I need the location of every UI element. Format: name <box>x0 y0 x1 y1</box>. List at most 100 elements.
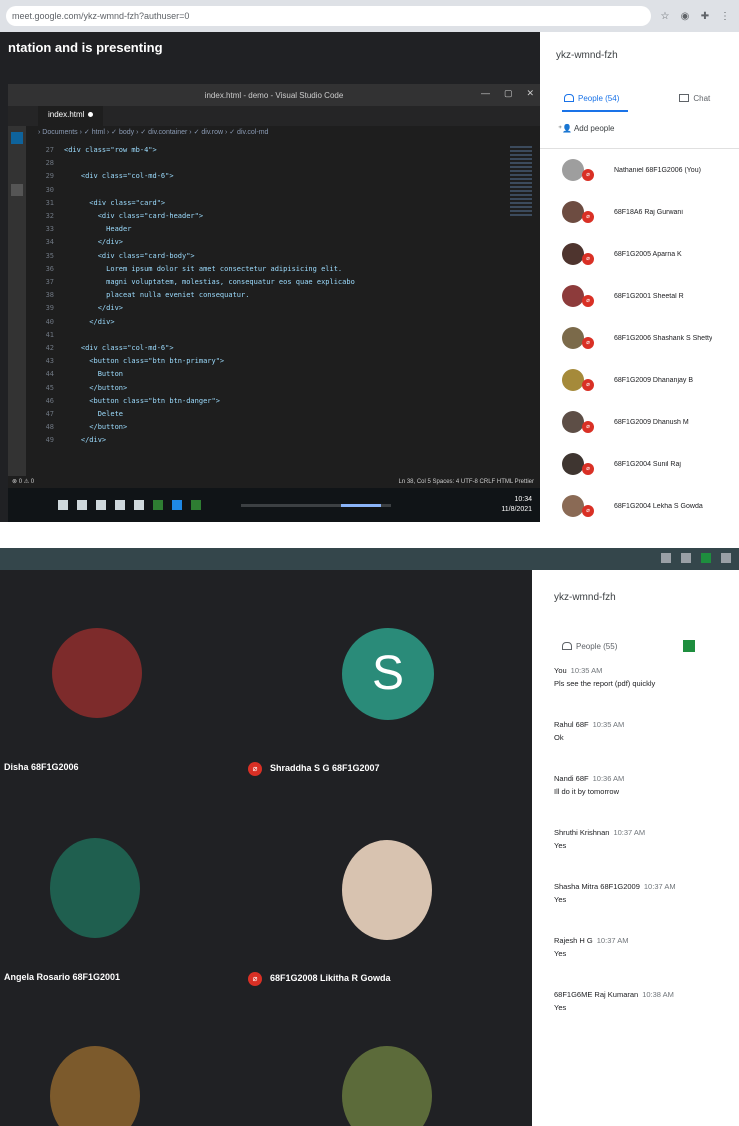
code-line[interactable]: 31 <div class="card"> <box>34 197 494 210</box>
tab-people[interactable]: People (55) <box>562 642 617 651</box>
windows-taskbar: 10:34 11/8/2021 <box>8 488 540 522</box>
code-editor[interactable]: 27 <div class="row mb-4"> 28 29 <div class=… <box>34 144 494 474</box>
code-line[interactable]: 32 <div class="card-header"> <box>34 210 494 223</box>
menu-icon[interactable]: ⋮ <box>719 11 731 22</box>
participant-row[interactable]: ⌀ 68F1G2004 Lekha S Gowda <box>540 485 739 522</box>
participant-row[interactable]: ⌀ Nathaniel 68F1G2006 (You) <box>540 149 739 191</box>
line-number: 33 <box>45 225 54 234</box>
participant-tile[interactable] <box>52 628 142 718</box>
avatar <box>52 628 142 718</box>
code-line[interactable]: 42 <div class="col-md-6"> <box>34 342 494 355</box>
code-line[interactable]: 45 </button> <box>34 382 494 395</box>
chrome-icon[interactable] <box>153 500 163 510</box>
search-taskbar-icon[interactable] <box>77 500 87 510</box>
minimize-icon[interactable]: — <box>481 88 490 99</box>
participant-tile[interactable] <box>342 1046 432 1126</box>
chat-message: 68F1G6ME Raj Kumaran 10:38 AM Yes <box>532 990 739 1044</box>
code-line[interactable]: 29 <div class="col-md-6"> <box>34 170 494 183</box>
avatar-initial[interactable]: S <box>342 628 434 720</box>
code-text: <div class="row mb-4"> <box>64 146 157 154</box>
code-line[interactable]: 44 Button <box>34 368 494 381</box>
message-sender-line: Shasha Mitra 68F1G2009 10:37 AM <box>554 882 739 891</box>
code-line[interactable]: 37 magni voluptatem, molestias, consequa… <box>34 276 494 289</box>
code-line[interactable]: 47 Delete <box>34 408 494 421</box>
avatar <box>342 1046 432 1126</box>
mic-off-icon: ⌀ <box>582 421 594 433</box>
close-icon[interactable]: ✕ <box>526 88 534 99</box>
maximize-icon[interactable]: ▢ <box>504 88 513 99</box>
message-time: 10:35 AM <box>592 720 625 729</box>
presentation-title: ntation and is presenting <box>8 40 163 55</box>
explorer-icon[interactable] <box>11 132 23 144</box>
code-line[interactable]: 38 placeat nulla eveniet consequatur. <box>34 289 494 302</box>
file-explorer-icon[interactable] <box>115 500 125 510</box>
participant-tile[interactable] <box>50 1046 140 1126</box>
code-line[interactable]: 30 <box>34 184 494 197</box>
start-icon[interactable] <box>58 500 68 510</box>
code-line[interactable]: 41 <box>34 329 494 342</box>
code-line[interactable]: 49 </div> <box>34 434 494 447</box>
vscode-titlebar: index.html - demo - Visual Studio Code —… <box>8 84 540 106</box>
meet-side-panel-chat: ykz-wmnd-fzh People (55) You 10:35 AM Pls … <box>532 570 739 1126</box>
code-line[interactable]: 34 </div> <box>34 236 494 249</box>
screen-progress <box>241 503 391 507</box>
participant-row[interactable]: ⌀ 68F1G2006 Shashank S Shetty <box>540 317 739 359</box>
status-info: Ln 38, Col 5 Spaces: 4 UTF-8 CRLF HTML P… <box>398 479 535 485</box>
present-icon[interactable] <box>661 553 671 563</box>
code-text: <div class="card"> <box>64 198 166 207</box>
message-time: 10:36 AM <box>592 774 625 783</box>
add-people-button[interactable]: ⁺👤 Add people <box>540 112 739 148</box>
code-line[interactable]: 40 </div> <box>34 316 494 329</box>
code-line[interactable]: 33 Header <box>34 223 494 236</box>
code-line[interactable]: 43 <button class="btn btn-primary"> <box>34 355 494 368</box>
avatar <box>562 453 584 475</box>
tab-index-html[interactable]: index.html <box>38 106 104 126</box>
minimap[interactable] <box>510 144 532 324</box>
code-text: Lorem ipsum dolor sit amet consectetur a… <box>64 264 343 273</box>
message-text: Ill do it by tomorrow <box>554 787 620 796</box>
code-line[interactable]: 28 <box>34 157 494 170</box>
meet-top-band <box>0 548 739 570</box>
taskview-icon[interactable] <box>96 500 106 510</box>
participant-row[interactable]: ⌀ 68F1G2009 Dhananjay B <box>540 359 739 401</box>
line-number: 42 <box>45 344 54 353</box>
app-icon[interactable] <box>191 500 201 510</box>
vscode-window-title: index.html - demo - Visual Studio Code <box>204 90 344 100</box>
code-line[interactable]: 35 <div class="card-body"> <box>34 250 494 263</box>
participant-grid: Disha 68F1G2006 S ⌀ Shraddha S G 68F1G20… <box>0 570 532 1126</box>
browser-address-bar: meet.google.com/ykz-wmnd-fzh?authuser=0 … <box>0 0 739 32</box>
star-icon[interactable]: ☆ <box>659 11 671 22</box>
chat-icon[interactable] <box>701 553 711 563</box>
problems-count[interactable]: ⊗ 0 ⚠ 0 <box>12 479 34 485</box>
code-line[interactable]: 46 <button class="btn btn-danger"> <box>34 395 494 408</box>
code-line[interactable]: 39 </div> <box>34 302 494 315</box>
participant-row[interactable]: ⌀ 68F1G2009 Dhanush M <box>540 401 739 443</box>
participant-row[interactable]: ⌀ 68F18A6 Raj Gurwani <box>540 191 739 233</box>
message-text: Yes <box>554 1003 567 1012</box>
pen-icon[interactable] <box>134 500 144 510</box>
message-sender-line: Shruthi Krishnan 10:37 AM <box>554 828 739 837</box>
tab-chat[interactable] <box>683 640 696 652</box>
tab-people[interactable]: People (54) <box>562 84 628 112</box>
url-field[interactable]: meet.google.com/ykz-wmnd-fzh?authuser=0 <box>6 6 651 26</box>
line-number: 27 <box>45 146 54 154</box>
search-icon[interactable] <box>11 184 23 196</box>
tab-chat[interactable]: Chat <box>679 84 710 112</box>
code-line[interactable]: 48 </button> <box>34 421 494 434</box>
participant-row[interactable]: ⌀ 68F1G2004 Sunil Raj <box>540 443 739 485</box>
people-icon[interactable] <box>681 553 691 563</box>
code-line[interactable]: 36 Lorem ipsum dolor sit amet consectetu… <box>34 263 494 276</box>
vscode-taskbar-icon[interactable] <box>172 500 182 510</box>
code-line[interactable]: 27 <div class="row mb-4"> <box>34 144 494 157</box>
puzzle-icon[interactable]: ✚ <box>699 11 711 22</box>
message-time: 10:37 AM <box>613 828 646 837</box>
participant-tile[interactable] <box>342 840 432 940</box>
message-sender-line: 68F1G6ME Raj Kumaran 10:38 AM <box>554 990 739 999</box>
extension-icon[interactable]: ◉ <box>679 11 691 22</box>
breadcrumb[interactable]: › Documents › ✓ html › ✓ body › ✓ div.co… <box>8 126 540 140</box>
participant-tile[interactable] <box>50 838 140 938</box>
participant-row[interactable]: ⌀ 68F1G2005 Aparna K <box>540 233 739 275</box>
participant-row[interactable]: ⌀ 68F1G2001 Sheetal R <box>540 275 739 317</box>
activities-icon[interactable] <box>721 553 731 563</box>
code-text: Delete <box>64 410 124 419</box>
